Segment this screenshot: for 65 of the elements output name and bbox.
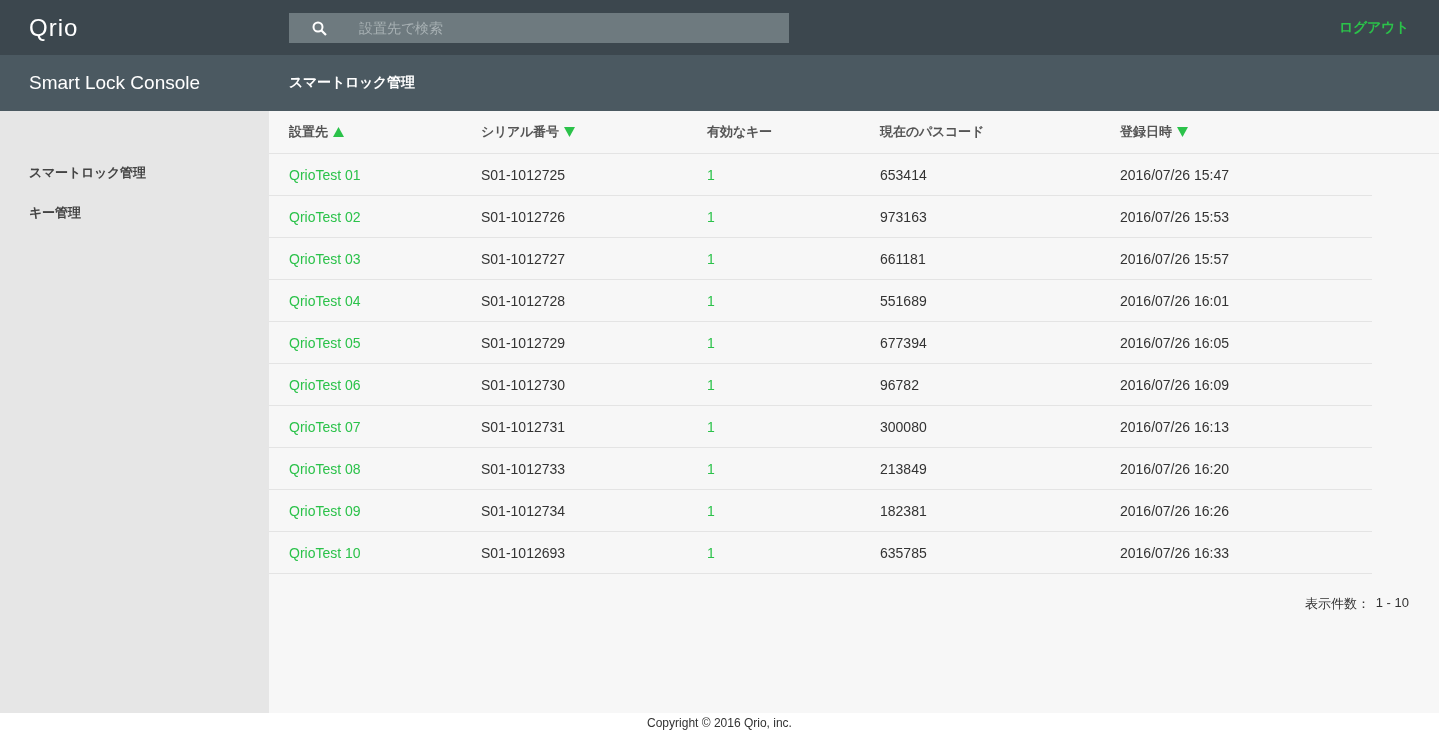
- table-cell: S01-1012727: [481, 250, 566, 267]
- table-cell: 2016/07/26 16:33: [1120, 544, 1229, 561]
- table-cell: 2016/07/26 15:57: [1120, 250, 1229, 267]
- table-cell: S01-1012693: [481, 544, 566, 561]
- key-count-link[interactable]: 1: [707, 376, 715, 393]
- page-title: スマートロック管理: [289, 74, 415, 92]
- logout-link[interactable]: ログアウト: [1339, 18, 1409, 37]
- table-cell: S01-1012726: [481, 208, 566, 225]
- table-cell: S01-1012729: [481, 334, 566, 351]
- table-cell: 2016/07/26 16:13: [1120, 418, 1229, 435]
- pagination-range: 1 - 10: [1375, 595, 1409, 612]
- table-cell: 2016/07/26 16:05: [1120, 334, 1229, 351]
- table-cell: 973163: [880, 208, 927, 225]
- location-link[interactable]: QrioTest 07: [289, 418, 361, 435]
- key-count-link[interactable]: 1: [707, 334, 715, 351]
- table-cell: S01-1012728: [481, 292, 566, 309]
- search-icon: [312, 20, 327, 36]
- column-header[interactable]: 現在のパスコード: [880, 123, 984, 141]
- location-link[interactable]: QrioTest 09: [289, 502, 361, 519]
- key-count-link[interactable]: 1: [707, 292, 715, 309]
- table-cell: 300080: [880, 418, 927, 435]
- table-cell: 653414: [880, 166, 927, 183]
- location-link[interactable]: QrioTest 03: [289, 250, 361, 267]
- location-link[interactable]: QrioTest 08: [289, 460, 361, 477]
- app-name: Smart Lock Console: [29, 72, 202, 94]
- location-link[interactable]: QrioTest 06: [289, 376, 361, 393]
- table-cell: S01-1012730: [481, 376, 566, 393]
- table-cell: 182381: [880, 502, 927, 519]
- location-link[interactable]: QrioTest 02: [289, 208, 361, 225]
- key-count-link[interactable]: 1: [707, 208, 715, 225]
- table-cell: S01-1012733: [481, 460, 566, 477]
- key-count-link[interactable]: 1: [707, 418, 715, 435]
- table-cell: 96782: [880, 376, 919, 393]
- table-cell: S01-1012725: [481, 166, 566, 183]
- key-count-link[interactable]: 1: [707, 166, 715, 183]
- pagination-label: 表示件数：: [1304, 595, 1370, 613]
- location-link[interactable]: QrioTest 10: [289, 544, 361, 561]
- table-cell: 661181: [880, 250, 926, 267]
- key-count-link[interactable]: 1: [707, 250, 715, 267]
- column-header[interactable]: 登録日時: [1120, 123, 1172, 141]
- table-cell: 2016/07/26 16:20: [1120, 460, 1229, 477]
- table-cell: 2016/07/26 16:09: [1120, 376, 1229, 393]
- column-header[interactable]: シリアル番号: [481, 123, 559, 141]
- location-link[interactable]: QrioTest 01: [289, 166, 361, 183]
- logo: Qrio: [29, 13, 80, 42]
- key-count-link[interactable]: 1: [707, 544, 715, 561]
- table-cell: 551689: [880, 292, 927, 309]
- table-cell: 635785: [880, 544, 927, 561]
- table-cell: 677394: [880, 334, 927, 351]
- sidebar-item[interactable]: キー管理: [29, 204, 81, 222]
- column-header[interactable]: 有効なキー: [707, 123, 772, 141]
- key-count-link[interactable]: 1: [707, 502, 715, 519]
- table-cell: 2016/07/26 15:47: [1120, 166, 1229, 183]
- location-link[interactable]: QrioTest 05: [289, 334, 361, 351]
- table-cell: 213849: [880, 460, 927, 477]
- key-count-link[interactable]: 1: [707, 460, 715, 477]
- table-cell: 2016/07/26 16:01: [1120, 292, 1229, 309]
- column-header[interactable]: 設置先: [289, 123, 328, 141]
- table-cell: S01-1012734: [481, 502, 566, 519]
- sidebar-item[interactable]: スマートロック管理: [29, 164, 146, 182]
- location-link[interactable]: QrioTest 04: [289, 292, 361, 309]
- copyright-text: Copyright © 2016 Qrio, inc.: [647, 716, 792, 730]
- table-cell: 2016/07/26 16:26: [1120, 502, 1229, 519]
- table-cell: S01-1012731: [481, 418, 566, 435]
- table-cell: 2016/07/26 15:53: [1120, 208, 1229, 225]
